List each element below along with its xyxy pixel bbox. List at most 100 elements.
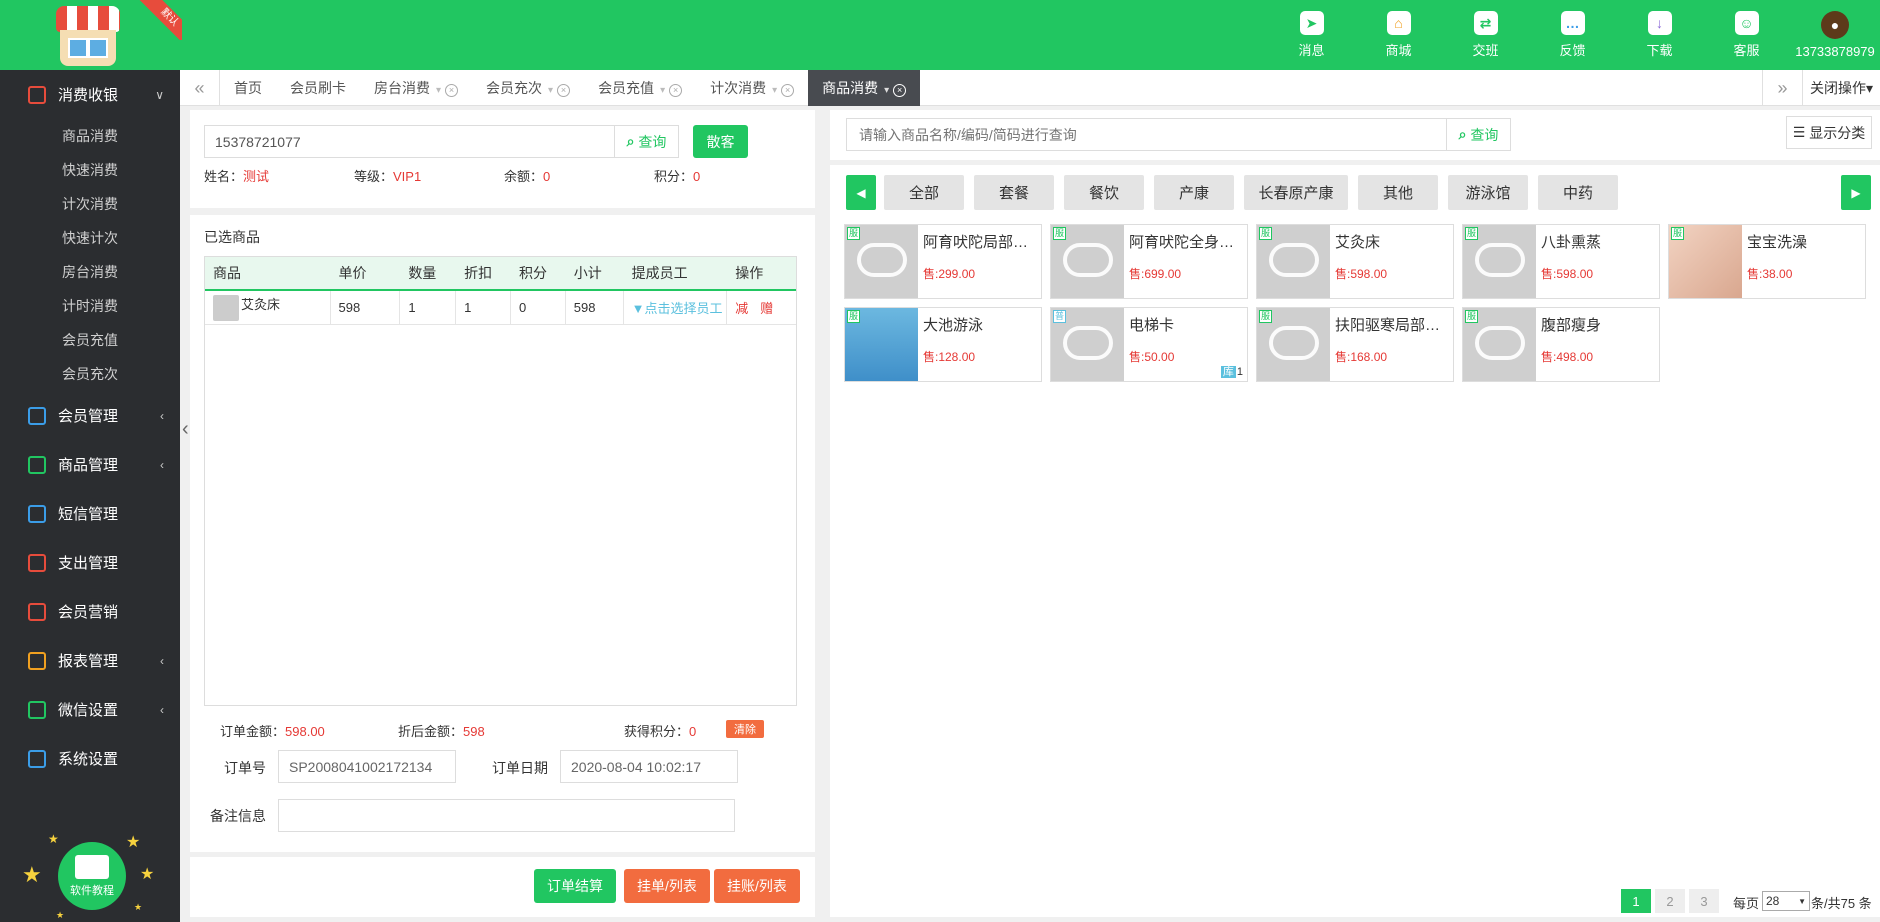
column-header: 数量 [408, 265, 437, 281]
sidebar-item[interactable]: 会员充值 [0, 323, 180, 357]
close-operations-menu[interactable]: 关闭操作▾ [1802, 70, 1880, 106]
category-prev-button[interactable]: ◀ [846, 175, 876, 210]
product-card[interactable]: 服大池游泳 售:128.00 [844, 307, 1042, 382]
topnav-shift-swap[interactable]: ⇄ 交班 [1442, 0, 1529, 70]
tab-item[interactable]: 首页 [220, 70, 276, 106]
subtotal-cell[interactable]: 598 [566, 291, 624, 324]
star-icon: ★ [126, 834, 141, 851]
pin-icon[interactable]: ▾ [772, 85, 777, 96]
hold-order-button[interactable]: 挂单/列表 [624, 869, 710, 903]
close-icon[interactable]: × [781, 84, 795, 97]
sidebar-item[interactable]: 计时消费 [0, 289, 180, 323]
sidebar-group-gift[interactable]: 会员营销 [0, 587, 180, 636]
tab-scroll-left-button[interactable]: « [180, 70, 220, 106]
member-card-input[interactable] [204, 125, 615, 158]
tutorial-button[interactable]: 软件教程 [58, 842, 126, 910]
category-button[interactable]: 全部 [884, 175, 964, 210]
product-card[interactable]: 服阿育吠陀局部… 售:299.00 [844, 224, 1042, 299]
order-date-field[interactable] [560, 750, 738, 783]
pin-icon[interactable]: ▾ [660, 85, 665, 96]
discount-cell[interactable]: 1 [456, 291, 511, 324]
sidebar-item[interactable]: 商品消费 [0, 119, 180, 153]
sidebar-item[interactable]: 计次消费 [0, 187, 180, 221]
remark-field[interactable] [278, 799, 735, 832]
product-name: 宝宝洗澡 [1747, 234, 1808, 251]
sidebar-group-sms[interactable]: 短信管理 [0, 489, 180, 538]
topnav-feedback[interactable]: … 反馈 [1529, 0, 1616, 70]
sidebar-group-member[interactable]: 会员管理 ‹ [0, 391, 180, 440]
category-button[interactable]: 餐饮 [1064, 175, 1144, 210]
product-search-bar: ⌕ 查询 ☰ 显示分类 [830, 110, 1880, 160]
product-card[interactable]: 服扶阳驱寒局部… 售:168.00 [1256, 307, 1454, 382]
tab-scroll-right-button[interactable]: » [1762, 70, 1802, 106]
product-card[interactable]: 服腹部瘦身 售:498.00 [1462, 307, 1660, 382]
collapse-panel-icon[interactable]: ‹ [182, 418, 189, 441]
category-button[interactable]: 产康 [1154, 175, 1234, 210]
points-cell[interactable]: 0 [511, 291, 566, 324]
pin-icon[interactable]: ▾ [548, 85, 553, 96]
user-phone: 13733878979 [1795, 44, 1875, 59]
quantity-cell[interactable]: 1 [400, 291, 457, 324]
product-search-input[interactable] [846, 118, 1447, 151]
tab-item[interactable]: 商品消费 ▾ × [808, 70, 921, 106]
product-card[interactable]: 服宝宝洗澡 售:38.00 [1668, 224, 1866, 299]
sidebar-item[interactable]: 快速消费 [0, 153, 180, 187]
close-icon[interactable]: × [445, 84, 459, 97]
per-page-select[interactable]: 28 ▼ [1762, 891, 1810, 911]
show-category-button[interactable]: ☰ 显示分类 [1786, 116, 1872, 149]
sidebar-group-report[interactable]: 报表管理 ‹ [0, 636, 180, 685]
sidebar-item[interactable]: 快速计次 [0, 221, 180, 255]
select-staff-link[interactable]: ▼点击选择员工 [632, 298, 723, 317]
close-icon[interactable]: × [669, 84, 683, 97]
page-button[interactable]: 3 [1689, 889, 1719, 913]
unit-price-cell[interactable]: 598 [331, 291, 401, 324]
app-logo[interactable] [54, 2, 122, 68]
category-button[interactable]: 套餐 [974, 175, 1054, 210]
credit-order-button[interactable]: 挂账/列表 [714, 869, 800, 903]
category-button[interactable]: 长春原产康 [1244, 175, 1348, 210]
top-bar: 默认 ➤ 消息 ⌂ 商城 ⇄ 交班 … 反馈 ↓ 下载 ☺ 客服 ● 13733878979 [0, 0, 1880, 70]
sidebar-group-goods[interactable]: 商品管理 ‹ [0, 440, 180, 489]
walk-in-customer-button[interactable]: 散客 [693, 125, 748, 158]
product-card[interactable]: 普电梯卡 售:50.00 库 1 [1050, 307, 1248, 382]
sidebar-group-label: 系统设置 [58, 751, 119, 768]
pin-icon[interactable]: ▾ [884, 85, 889, 96]
topnav-download[interactable]: ↓ 下载 [1616, 0, 1703, 70]
page-button[interactable]: 1 [1621, 889, 1651, 913]
tutorial-widget[interactable]: ★ ★ ★ ★ ★ ★ 软件教程 [20, 830, 160, 920]
tab-item[interactable]: 会员充次 ▾ × [472, 70, 584, 106]
clear-button[interactable]: 清除 [726, 720, 764, 738]
checkout-button[interactable]: 订单结算 [534, 869, 616, 903]
page-button[interactable]: 2 [1655, 889, 1685, 913]
tab-item[interactable]: 计次消费 ▾ × [696, 70, 808, 106]
tab-item[interactable]: 会员充值 ▾ × [584, 70, 696, 106]
sidebar-group-settings[interactable]: 系统设置 [0, 734, 180, 783]
topnav-customer-service[interactable]: ☺ 客服 [1703, 0, 1790, 70]
order-no-field[interactable] [278, 750, 456, 783]
pin-icon[interactable]: ▾ [436, 85, 441, 96]
sidebar-item[interactable]: 房台消费 [0, 255, 180, 289]
gift-button[interactable]: 赠 [760, 298, 773, 317]
close-icon[interactable]: × [893, 84, 907, 97]
category-button[interactable]: 游泳馆 [1448, 175, 1528, 210]
table-row[interactable]: 艾灸床 598 1 1 0 598 ▼点击选择员工减赠 [205, 291, 796, 325]
topnav-store[interactable]: ⌂ 商城 [1355, 0, 1442, 70]
sidebar-item[interactable]: 会员充次 [0, 357, 180, 391]
sidebar-group-cashier[interactable]: 消费收银 ∨ [0, 70, 180, 119]
sidebar-group-wechat[interactable]: 微信设置 ‹ [0, 685, 180, 734]
product-card[interactable]: 服艾灸床 售:598.00 [1256, 224, 1454, 299]
product-card[interactable]: 服阿育吠陀全身… 售:699.00 [1050, 224, 1248, 299]
user-menu[interactable]: ● 13733878979 [1790, 0, 1880, 70]
member-query-button[interactable]: ⌕ 查询 [615, 125, 679, 158]
tab-item[interactable]: 会员刷卡 [276, 70, 360, 106]
category-button[interactable]: 中药 [1538, 175, 1618, 210]
topnav-paper-plane[interactable]: ➤ 消息 [1268, 0, 1355, 70]
product-search-button[interactable]: ⌕ 查询 [1447, 118, 1511, 151]
sidebar-group-expense[interactable]: 支出管理 [0, 538, 180, 587]
tab-item[interactable]: 房台消费 ▾ × [360, 70, 472, 106]
category-button[interactable]: 其他 [1358, 175, 1438, 210]
close-icon[interactable]: × [557, 84, 571, 97]
reduce-button[interactable]: 减 [735, 298, 748, 317]
category-next-button[interactable]: ▶ [1841, 175, 1871, 210]
product-card[interactable]: 服八卦熏蒸 售:598.00 [1462, 224, 1660, 299]
